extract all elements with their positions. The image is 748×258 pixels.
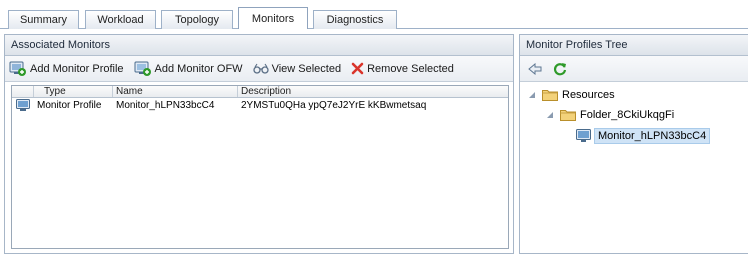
remove-selected-button[interactable]: Remove Selected (351, 62, 454, 75)
monitor-profiles-tree-panel: Monitor Profiles Tree Resources Folder_8… (519, 34, 748, 254)
monitors-table: Type Name Description Monitor Profile Mo… (11, 85, 509, 249)
associated-monitors-panel: Associated Monitors Add Monitor Profile … (4, 34, 514, 254)
row-icon-cell (12, 98, 34, 112)
tab-summary[interactable]: Summary (8, 10, 79, 29)
tab-bar: Summary Workload Topology Monitors Diagn… (0, 0, 748, 29)
tree-node-monitor[interactable]: Monitor_hLPN33bcC4 (576, 128, 711, 144)
folder-label: Folder_8CkiUkqgFi (580, 108, 675, 121)
panel-title: Associated Monitors (5, 35, 513, 56)
tab-topology[interactable]: Topology (161, 10, 233, 29)
expand-triangle-icon[interactable] (528, 91, 536, 99)
header-name[interactable]: Name (113, 86, 238, 97)
folder-icon (542, 90, 558, 101)
refresh-button[interactable] (553, 62, 570, 76)
add-monitor-ofw-label: Add Monitor OFW (154, 62, 243, 75)
table-header: Type Name Description (12, 86, 508, 98)
back-button[interactable] (528, 62, 545, 75)
remove-x-icon (351, 62, 364, 75)
expand-triangle-icon[interactable] (546, 111, 554, 119)
monitor-icon (16, 98, 30, 111)
add-monitor-ofw-button[interactable]: Add Monitor OFW (134, 61, 243, 77)
tree-node-resources[interactable]: Resources (528, 88, 615, 101)
tree-toolbar (520, 56, 748, 82)
header-type[interactable]: Type (34, 86, 113, 97)
row-type: Monitor Profile (37, 99, 102, 111)
tab-monitors[interactable]: Monitors (238, 7, 308, 29)
tab-workload[interactable]: Workload (85, 10, 156, 29)
monitor-add-ofw-icon (134, 61, 151, 76)
monitor-add-icon (9, 61, 26, 76)
add-monitor-profile-label: Add Monitor Profile (30, 62, 124, 75)
row-description: 2YMSTu0QHa ypQ7eJ2YrE kKBwmetsaq (241, 99, 427, 111)
tree-node-folder[interactable]: Folder_8CkiUkqgFi (546, 108, 674, 121)
monitors-toolbar: Add Monitor Profile Add Monitor OFW View… (5, 56, 513, 82)
header-description[interactable]: Description (238, 86, 508, 97)
row-name: Monitor_hLPN33bcC4 (116, 99, 215, 111)
tab-diagnostics[interactable]: Diagnostics (313, 10, 397, 29)
tree-panel-title: Monitor Profiles Tree (520, 35, 748, 56)
monitor-node-label: Monitor_hLPN33bcC4 (594, 128, 711, 144)
table-row[interactable]: Monitor Profile Monitor_hLPN33bcC4 2YMST… (12, 98, 508, 112)
remove-selected-label: Remove Selected (367, 62, 454, 75)
resources-label: Resources (562, 88, 615, 101)
refresh-icon (554, 62, 567, 75)
binoculars-icon (252, 63, 269, 74)
back-arrow-icon (528, 62, 542, 75)
monitor-icon (576, 129, 591, 142)
header-blank (12, 86, 34, 97)
add-monitor-profile-button[interactable]: Add Monitor Profile (9, 61, 124, 77)
view-selected-label: View Selected (271, 62, 342, 75)
view-selected-button[interactable]: View Selected (252, 62, 342, 75)
folder-icon (560, 110, 576, 121)
